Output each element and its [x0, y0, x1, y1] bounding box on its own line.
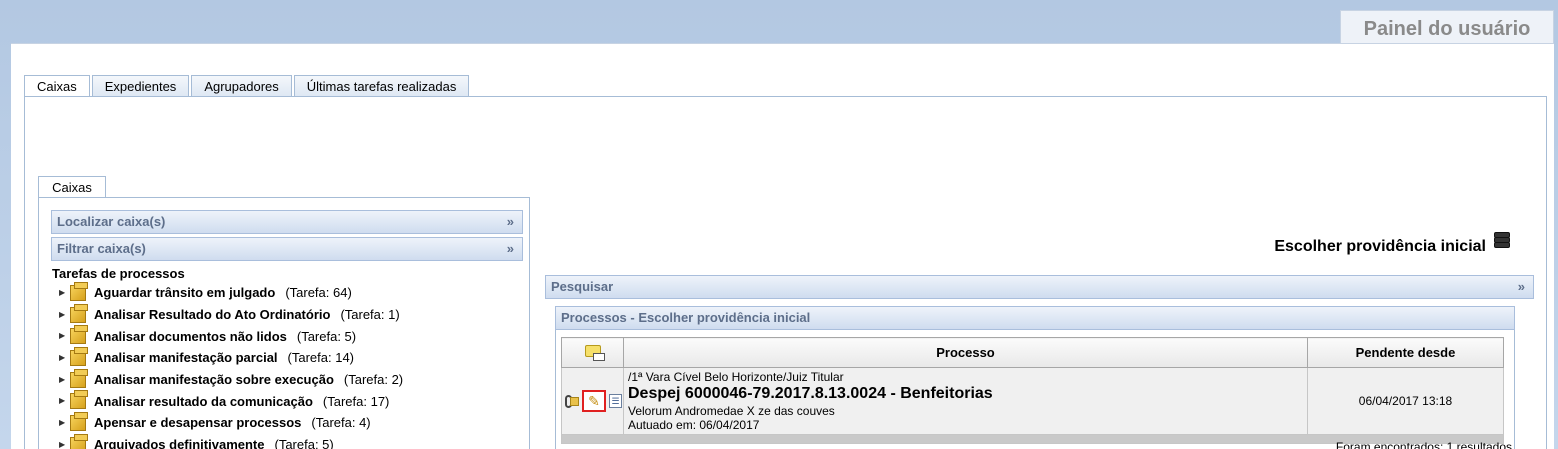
tree-item-count: (Tarefa: 64) — [285, 285, 352, 301]
results-table: Processo Pendente desde ✎ ☰ /1ª Vara Cív… — [561, 337, 1504, 444]
caixas-panel: Localizar caixa(s) » Filtrar caixa(s) » … — [38, 197, 530, 449]
expand-icon[interactable]: » — [507, 238, 514, 260]
tree-item[interactable]: ▶ Arquivados definitivamente (Tarefa: 5) — [59, 433, 403, 449]
tree-item-name[interactable]: Arquivados definitivamente — [94, 437, 264, 449]
process-court: /1ª Vara Cível Belo Horizonte/Juiz Titul… — [628, 370, 844, 384]
locate-boxes-bar[interactable]: Localizar caixa(s) » — [51, 210, 523, 234]
box-icon — [70, 433, 88, 449]
inner-tab-caixas[interactable]: Caixas — [38, 176, 106, 198]
page-heading: Escolher providência inicial — [1274, 238, 1486, 255]
result-count: Foram encontrados: 1 resultados — [1335, 440, 1512, 449]
caixas-tab-panel: Caixas Localizar caixa(s) » Filtrar caix… — [24, 96, 1547, 449]
tab-caixas[interactable]: Caixas — [24, 75, 90, 98]
pending-since-cell: 06/04/2017 13:18 — [1307, 367, 1504, 435]
stack-icon[interactable] — [1492, 230, 1512, 250]
tree-item-count: (Tarefa: 4) — [311, 415, 371, 431]
results-title: Processos - Escolher providência inicial — [561, 310, 811, 325]
actions-column-header — [561, 337, 624, 368]
box-icon — [70, 368, 88, 388]
folder-icon — [570, 396, 579, 406]
tree-item-name[interactable]: Analisar documentos não lidos — [94, 329, 287, 344]
note-icon[interactable]: ☰ — [609, 394, 622, 408]
tree-item-count: (Tarefa: 5) — [274, 437, 334, 449]
search-bar[interactable]: Pesquisar » — [545, 275, 1534, 299]
top-tabs: Caixas Expedientes Agrupadores Últimas t… — [24, 75, 471, 98]
tab-ultimas-tarefas[interactable]: Últimas tarefas realizadas — [293, 75, 470, 97]
expand-triangle-icon[interactable]: ▶ — [59, 353, 67, 363]
box-icon — [70, 303, 88, 323]
filter-boxes-label: Filtrar caixa(s) — [57, 241, 146, 256]
tree-item[interactable]: ▶ Aguardar trânsito em julgado (Tarefa: 64… — [59, 281, 403, 304]
tree-item[interactable]: ▶ Analisar Resultado do Ato Ordinatório (T… — [59, 303, 403, 326]
edit-pencil-icon[interactable]: ✎ — [582, 390, 606, 412]
process-title[interactable]: Despej 6000046-79.2017.8.13.0024 - Benfe… — [628, 385, 1303, 403]
tree-item-name[interactable]: Aguardar trânsito em julgado — [94, 285, 275, 300]
tree-item-name[interactable]: Analisar manifestação sobre execução — [94, 372, 334, 387]
expand-triangle-icon[interactable]: ▶ — [59, 331, 67, 341]
expand-icon[interactable]: » — [1518, 276, 1525, 298]
tree-item-name[interactable]: Analisar manifestação parcial — [94, 350, 278, 365]
note-icon — [584, 345, 605, 361]
process-filed-date: Autuado em: 06/04/2017 — [628, 418, 760, 432]
expand-icon[interactable]: » — [507, 211, 514, 233]
expand-triangle-icon[interactable]: ▶ — [59, 310, 67, 320]
process-parties: Velorum Andromedae X ze das couves — [628, 404, 835, 418]
tab-expedientes[interactable]: Expedientes — [91, 75, 190, 97]
box-icon — [70, 390, 88, 410]
tree-title: Tarefas de processos — [52, 266, 185, 281]
task-tree: ▶ Aguardar trânsito em julgado (Tarefa: 64… — [59, 281, 404, 449]
tree-item-name[interactable]: Apensar e desapensar processos — [94, 415, 301, 430]
pending-column-header[interactable]: Pendente desde — [1307, 337, 1504, 368]
table-row: ✎ ☰ /1ª Vara Cível Belo Horizonte/Juiz T… — [561, 367, 1504, 435]
results-title-bar: Processos - Escolher providência inicial — [555, 306, 1515, 330]
filter-boxes-bar[interactable]: Filtrar caixa(s) » — [51, 237, 523, 261]
results-panel: Processos - Escolher providência inicial… — [555, 306, 1515, 449]
tab-agrupadores[interactable]: Agrupadores — [191, 75, 292, 97]
expand-triangle-icon[interactable]: ▶ — [59, 440, 67, 449]
tree-item[interactable]: ▶ Analisar documentos não lidos (Tarefa: 5… — [59, 325, 403, 347]
table-header-row: Processo Pendente desde — [561, 337, 1504, 368]
tree-item[interactable]: ▶ Analisar resultado da comunicação (Taref… — [59, 390, 403, 412]
tree-item-count: (Tarefa: 5) — [296, 328, 357, 344]
expand-triangle-icon[interactable]: ▶ — [59, 418, 67, 428]
expand-triangle-icon[interactable]: ▶ — [59, 375, 67, 385]
box-icon — [70, 346, 88, 366]
tree-item-name[interactable]: Analisar Resultado do Ato Ordinatório — [94, 307, 330, 322]
tree-item-name[interactable]: Analisar resultado da comunicação — [94, 394, 313, 409]
row-actions: ✎ ☰ — [561, 367, 624, 435]
tree-item[interactable]: ▶ Analisar manifestação parcial (Tarefa: 1… — [59, 346, 403, 369]
process-cell[interactable]: /1ª Vara Cível Belo Horizonte/Juiz Titul… — [623, 367, 1308, 435]
expand-triangle-icon[interactable]: ▶ — [59, 396, 67, 406]
expand-triangle-icon[interactable]: ▶ — [59, 288, 67, 298]
process-column-header[interactable]: Processo — [623, 337, 1308, 368]
tree-item[interactable]: ▶ Apensar e desapensar processos (Tarefa: … — [59, 411, 403, 434]
box-icon — [70, 411, 88, 431]
tree-item[interactable]: ▶ Analisar manifestação sobre execução (Ta… — [59, 368, 404, 391]
tree-item-count: (Tarefa: 17) — [322, 393, 390, 409]
search-label: Pesquisar — [551, 279, 614, 294]
tree-item-count: (Tarefa: 1) — [340, 307, 400, 323]
main-area: Caixas Expedientes Agrupadores Últimas t… — [11, 43, 1554, 449]
user-panel-title: Painel do usuário — [1340, 10, 1554, 44]
box-icon — [70, 281, 88, 301]
search-panel: Pesquisar » — [545, 275, 1534, 299]
tree-item-count: (Tarefa: 14) — [287, 350, 355, 366]
locate-boxes-label: Localizar caixa(s) — [57, 214, 166, 229]
tree-item-count: (Tarefa: 2) — [343, 372, 404, 388]
box-icon — [70, 325, 88, 345]
